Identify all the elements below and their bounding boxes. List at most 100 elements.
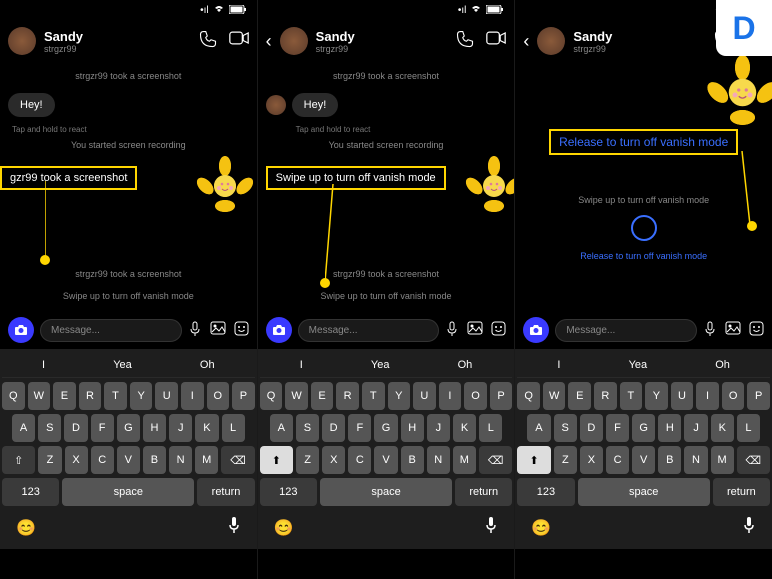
- video-icon[interactable]: [486, 30, 506, 53]
- return-key[interactable]: return: [713, 478, 770, 506]
- mic-icon[interactable]: [445, 321, 459, 340]
- message-bubble[interactable]: Hey!: [8, 93, 55, 117]
- key-g[interactable]: G: [117, 414, 140, 442]
- suggestion[interactable]: I: [42, 359, 45, 371]
- key-p[interactable]: P: [490, 382, 513, 410]
- shift-key[interactable]: ⬆: [260, 446, 293, 474]
- contact-name[interactable]: Sandy: [573, 29, 706, 44]
- backspace-key[interactable]: ⌫: [737, 446, 770, 474]
- suggestion[interactable]: Yea: [371, 359, 390, 371]
- video-icon[interactable]: [229, 30, 249, 53]
- key-z[interactable]: Z: [554, 446, 577, 474]
- key-q[interactable]: Q: [517, 382, 540, 410]
- key-e[interactable]: E: [311, 382, 334, 410]
- key-d[interactable]: D: [322, 414, 345, 442]
- key-b[interactable]: B: [401, 446, 424, 474]
- image-icon[interactable]: [210, 321, 226, 340]
- camera-button[interactable]: [266, 317, 292, 343]
- key-a[interactable]: A: [270, 414, 293, 442]
- space-key[interactable]: space: [62, 478, 194, 506]
- key-h[interactable]: H: [143, 414, 166, 442]
- key-o[interactable]: O: [464, 382, 487, 410]
- key-m[interactable]: M: [195, 446, 218, 474]
- key-e[interactable]: E: [568, 382, 591, 410]
- key-q[interactable]: Q: [260, 382, 283, 410]
- key-n[interactable]: N: [684, 446, 707, 474]
- key-z[interactable]: Z: [296, 446, 319, 474]
- key-x[interactable]: X: [65, 446, 88, 474]
- key-l[interactable]: L: [222, 414, 245, 442]
- emoji-icon[interactable]: 😊: [16, 518, 36, 538]
- key-c[interactable]: C: [606, 446, 629, 474]
- camera-button[interactable]: [523, 317, 549, 343]
- suggestion[interactable]: Oh: [200, 359, 215, 371]
- key-l[interactable]: L: [737, 414, 760, 442]
- image-icon[interactable]: [725, 321, 741, 340]
- message-bubble[interactable]: Hey!: [292, 93, 339, 117]
- key-n[interactable]: N: [427, 446, 450, 474]
- sticker-icon[interactable]: [234, 321, 249, 340]
- back-button[interactable]: ‹: [266, 31, 272, 52]
- mic-icon[interactable]: [227, 516, 241, 539]
- key-w[interactable]: W: [285, 382, 308, 410]
- suggestion[interactable]: I: [557, 359, 560, 371]
- numbers-key[interactable]: 123: [260, 478, 317, 506]
- key-s[interactable]: S: [296, 414, 319, 442]
- key-o[interactable]: O: [207, 382, 230, 410]
- key-k[interactable]: K: [195, 414, 218, 442]
- key-v[interactable]: V: [117, 446, 140, 474]
- return-key[interactable]: return: [455, 478, 512, 506]
- suggestion[interactable]: I: [300, 359, 303, 371]
- key-f[interactable]: F: [606, 414, 629, 442]
- avatar[interactable]: [537, 27, 565, 55]
- key-i[interactable]: I: [696, 382, 719, 410]
- vanish-indicator[interactable]: Swipe up to turn off vanish mode Release…: [523, 159, 764, 307]
- key-q[interactable]: Q: [2, 382, 25, 410]
- key-i[interactable]: I: [439, 382, 462, 410]
- mic-icon[interactable]: [742, 516, 756, 539]
- message-input[interactable]: Message...: [555, 319, 697, 342]
- key-t[interactable]: T: [362, 382, 385, 410]
- image-icon[interactable]: [467, 321, 483, 340]
- key-i[interactable]: I: [181, 382, 204, 410]
- suggestion[interactable]: Yea: [629, 359, 648, 371]
- key-p[interactable]: P: [747, 382, 770, 410]
- key-y[interactable]: Y: [645, 382, 668, 410]
- mic-icon[interactable]: [703, 321, 717, 340]
- key-h[interactable]: H: [658, 414, 681, 442]
- shift-key[interactable]: ⇧: [2, 446, 35, 474]
- key-d[interactable]: D: [64, 414, 87, 442]
- return-key[interactable]: return: [197, 478, 254, 506]
- key-v[interactable]: V: [632, 446, 655, 474]
- key-m[interactable]: M: [711, 446, 734, 474]
- key-r[interactable]: R: [594, 382, 617, 410]
- key-u[interactable]: U: [155, 382, 178, 410]
- space-key[interactable]: space: [578, 478, 710, 506]
- key-k[interactable]: K: [711, 414, 734, 442]
- key-s[interactable]: S: [554, 414, 577, 442]
- shift-key[interactable]: ⬆: [517, 446, 550, 474]
- suggestion[interactable]: Yea: [113, 359, 132, 371]
- key-w[interactable]: W: [28, 382, 51, 410]
- key-g[interactable]: G: [632, 414, 655, 442]
- key-c[interactable]: C: [91, 446, 114, 474]
- key-y[interactable]: Y: [388, 382, 411, 410]
- key-r[interactable]: R: [79, 382, 102, 410]
- sticker-icon[interactable]: [491, 321, 506, 340]
- key-k[interactable]: K: [453, 414, 476, 442]
- key-x[interactable]: X: [322, 446, 345, 474]
- key-n[interactable]: N: [169, 446, 192, 474]
- key-c[interactable]: C: [348, 446, 371, 474]
- key-v[interactable]: V: [374, 446, 397, 474]
- key-h[interactable]: H: [401, 414, 424, 442]
- key-t[interactable]: T: [104, 382, 127, 410]
- key-y[interactable]: Y: [130, 382, 153, 410]
- key-m[interactable]: M: [453, 446, 476, 474]
- emoji-icon[interactable]: 😊: [531, 518, 551, 538]
- contact-name[interactable]: Sandy: [44, 29, 191, 44]
- key-l[interactable]: L: [479, 414, 502, 442]
- key-u[interactable]: U: [671, 382, 694, 410]
- key-u[interactable]: U: [413, 382, 436, 410]
- key-r[interactable]: R: [336, 382, 359, 410]
- sticker-icon[interactable]: [749, 321, 764, 340]
